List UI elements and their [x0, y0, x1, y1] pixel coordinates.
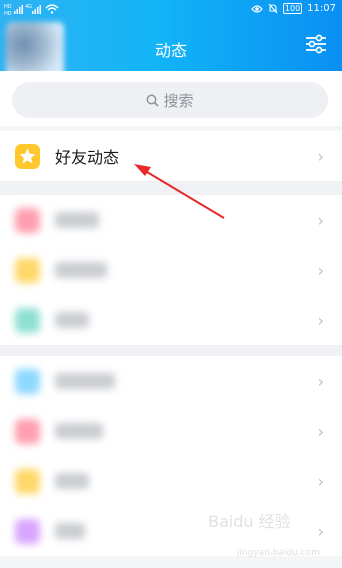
- list-item[interactable]: ›: [0, 456, 342, 506]
- app-icon: [15, 257, 40, 283]
- blurred-label: [55, 523, 85, 539]
- blurred-label: [55, 423, 103, 439]
- signal-icon: HD HD 4G: [4, 4, 59, 16]
- watermark-logo: Baidu 经验: [208, 508, 318, 548]
- friend-feed-label: 好友动态: [55, 148, 120, 167]
- blurred-label: [55, 212, 99, 228]
- app-icon: [15, 368, 40, 394]
- search-icon: [147, 94, 160, 107]
- app-icon: [15, 518, 40, 544]
- watermark-url: jingyan.baidu.com: [236, 548, 320, 558]
- blurred-label: [55, 312, 89, 328]
- svg-text:HD: HD: [4, 11, 12, 16]
- svg-text:HD: HD: [4, 4, 12, 10]
- watermark-brand: Baidu 经验: [208, 512, 291, 531]
- blurred-label: [55, 473, 89, 489]
- filter-settings-icon[interactable]: [305, 34, 327, 54]
- list-item[interactable]: ›: [0, 406, 342, 456]
- eye-icon: [251, 4, 263, 13]
- feature-group-1: › › ›: [0, 195, 342, 345]
- mute-bell-icon: [268, 3, 278, 14]
- chevron-right-icon: ›: [317, 260, 324, 280]
- list-item[interactable]: ›: [0, 356, 342, 406]
- search-placeholder: 搜索: [163, 91, 194, 110]
- friend-feed-section: 好友动态 ›: [0, 131, 342, 181]
- chevron-right-icon: ›: [317, 210, 324, 230]
- list-item[interactable]: ›: [0, 245, 342, 295]
- header-bar: HD HD 4G 100 11:07 动态: [0, 0, 342, 78]
- page: HD HD 4G 100 11:07 动态 搜索 好友动态 › › › › › …: [0, 0, 342, 568]
- chevron-right-icon: ›: [317, 421, 324, 441]
- page-title: 动态: [154, 41, 187, 60]
- svg-text:4G: 4G: [25, 4, 32, 10]
- chevron-right-icon: ›: [317, 521, 324, 541]
- chevron-right-icon: ›: [317, 471, 324, 491]
- status-right: 100 11:07: [251, 3, 336, 14]
- chevron-right-icon: ›: [317, 371, 324, 391]
- chevron-right-icon: ›: [317, 310, 324, 330]
- list-item[interactable]: ›: [0, 195, 342, 245]
- friend-feed-row[interactable]: 好友动态 ›: [0, 131, 342, 181]
- clock: 11:07: [307, 3, 336, 14]
- search-input[interactable]: 搜索: [12, 82, 328, 118]
- section-divider: [0, 181, 342, 195]
- app-icon: [15, 418, 40, 444]
- app-icon: [15, 307, 40, 333]
- signal-indicators: HD HD 4G: [4, 2, 66, 16]
- app-icon: [15, 468, 40, 494]
- list-item[interactable]: ›: [0, 295, 342, 345]
- blurred-label: [55, 373, 115, 389]
- chevron-right-icon: ›: [317, 146, 324, 166]
- status-bar: HD HD 4G 100 11:07: [0, 0, 342, 18]
- battery-icon: 100: [282, 3, 303, 14]
- app-icon: [15, 207, 40, 233]
- star-icon: [15, 143, 40, 169]
- blurred-label: [55, 262, 107, 278]
